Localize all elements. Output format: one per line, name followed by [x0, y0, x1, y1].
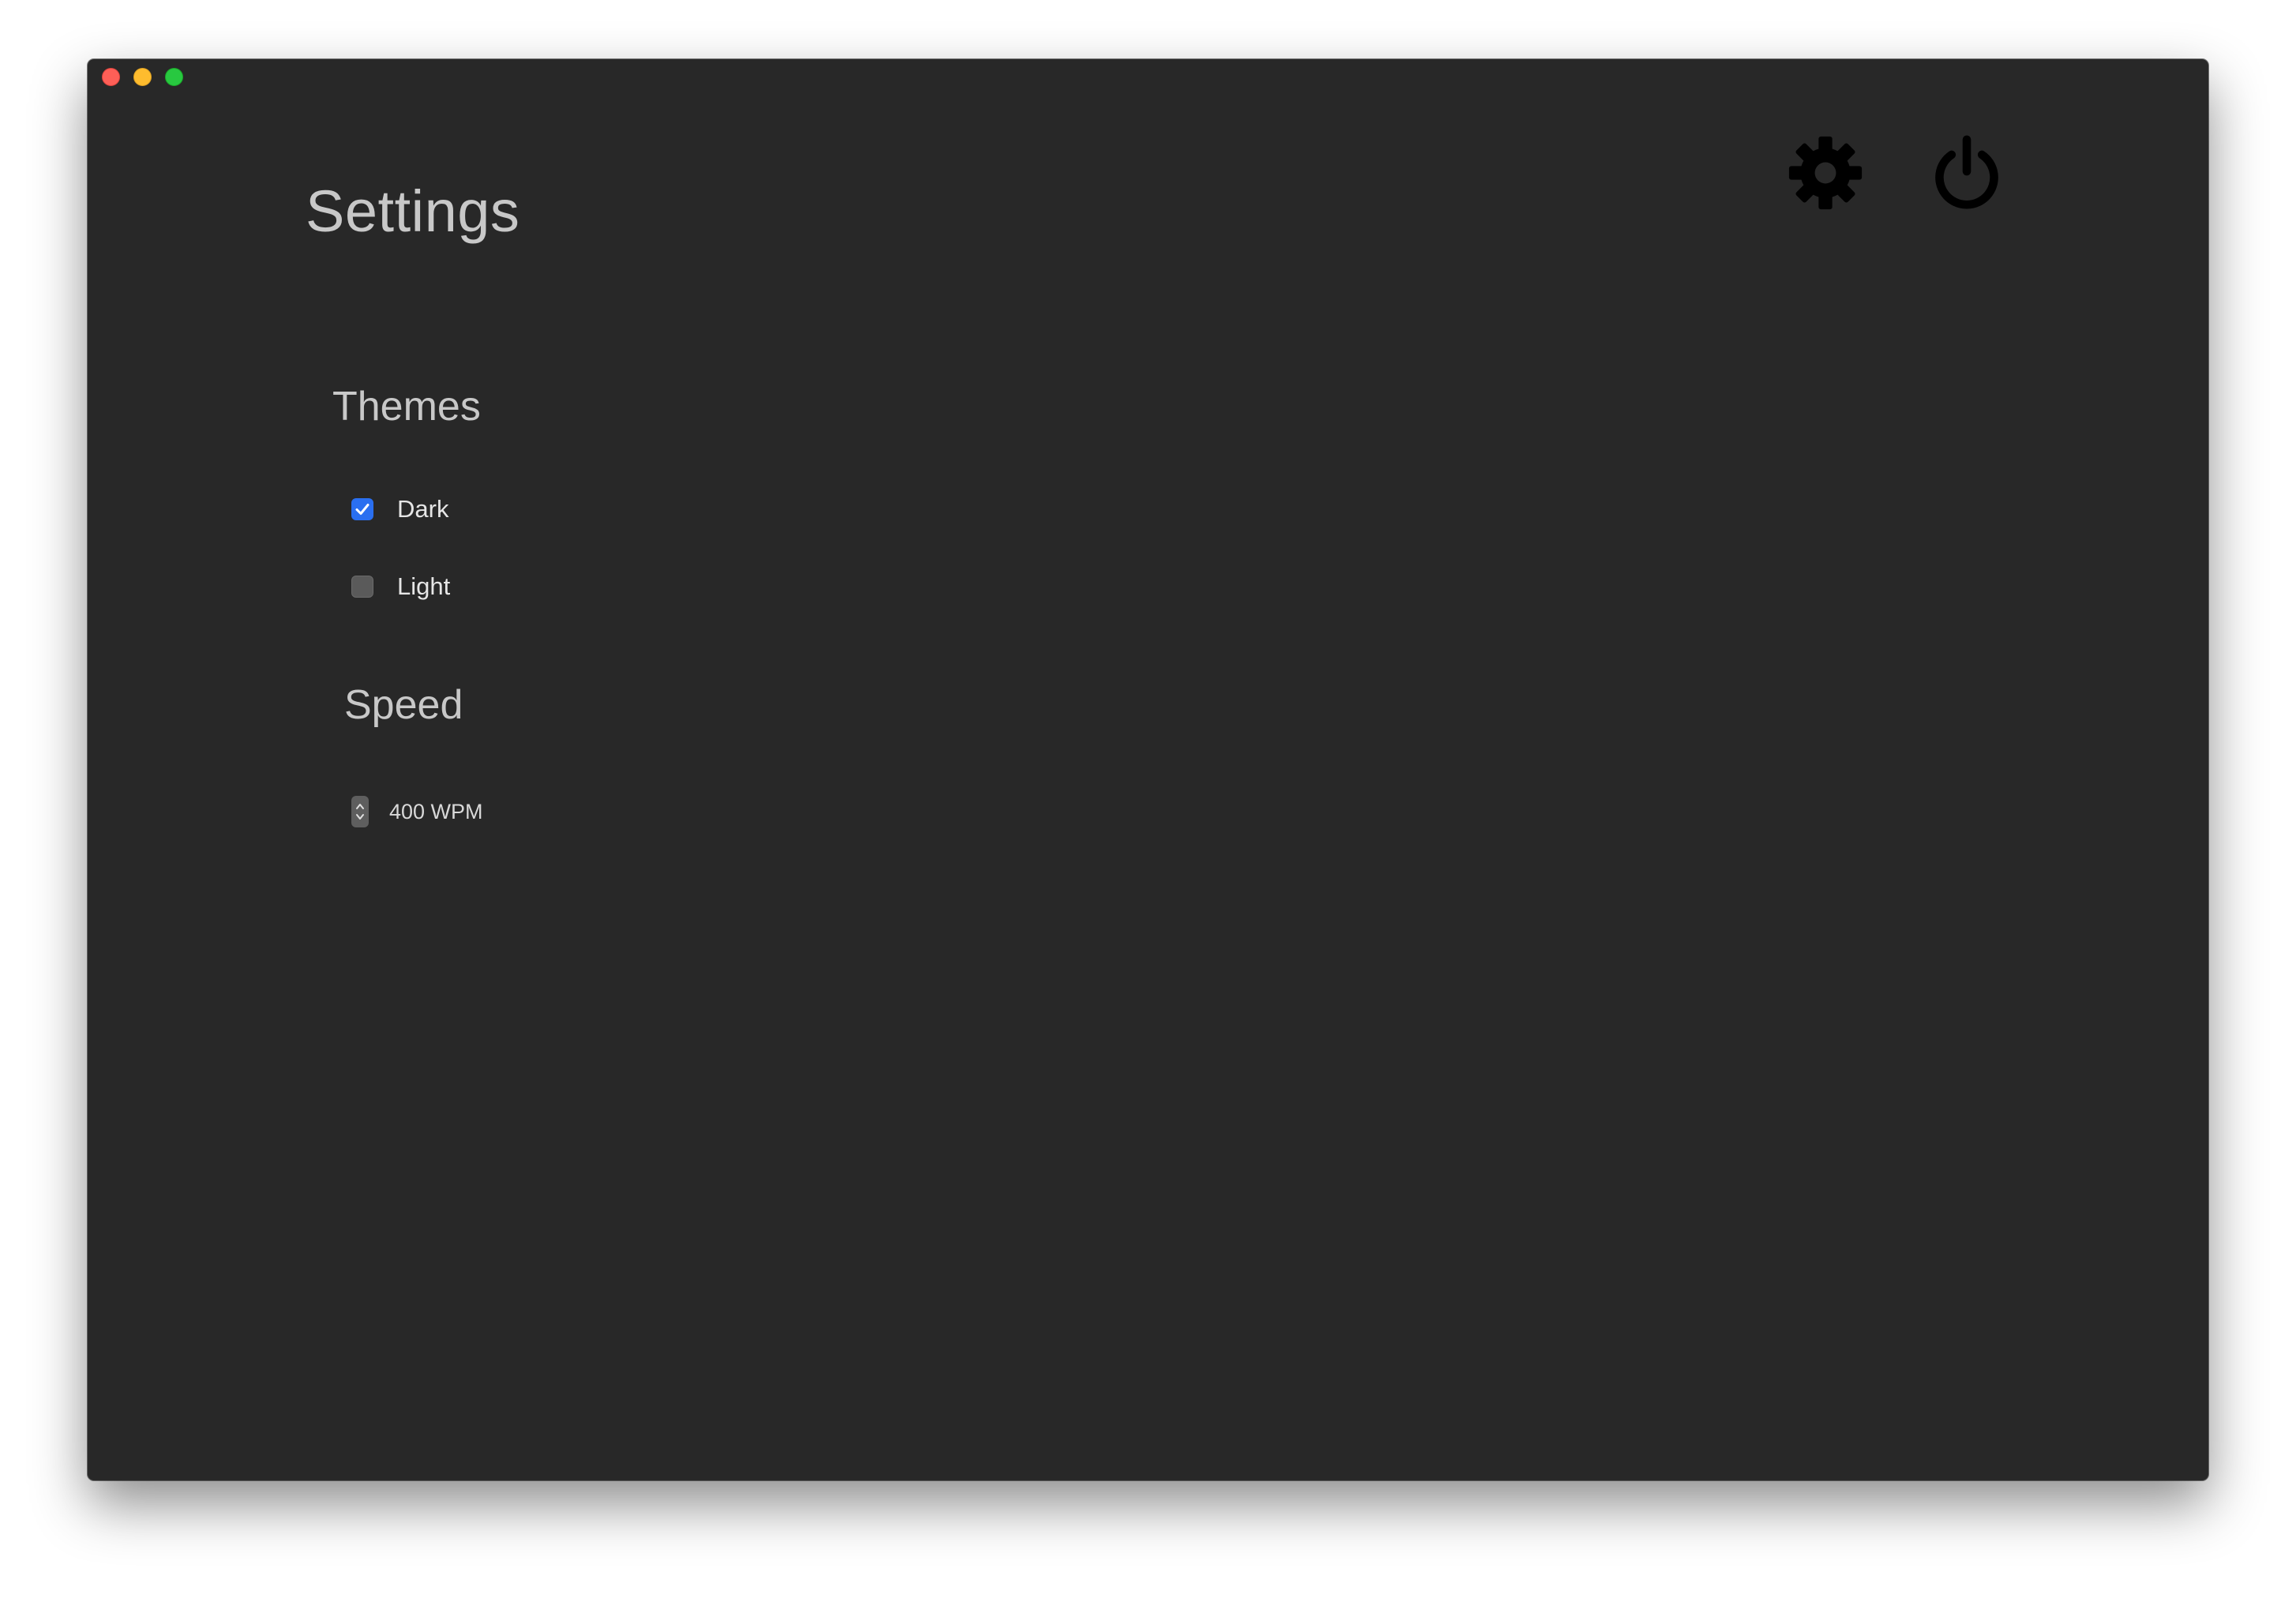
light-checkbox[interactable] — [351, 576, 373, 598]
checkmark-icon — [355, 504, 370, 515]
zoom-window-button[interactable] — [165, 68, 183, 86]
dark-checkbox[interactable] — [351, 498, 373, 520]
speed-value: 400 WPM — [389, 799, 483, 823]
page-title: Settings — [306, 178, 520, 244]
theme-option-light[interactable]: Light — [351, 572, 450, 601]
power-icon — [1935, 135, 1998, 209]
stepper-arrows-icon — [356, 804, 364, 820]
light-option-label: Light — [397, 572, 451, 600]
gear-icon — [1788, 136, 1863, 210]
speed-stepper[interactable] — [351, 796, 369, 827]
power-button[interactable] — [1925, 131, 2009, 215]
dark-option-label: Dark — [397, 495, 449, 523]
themes-section-title: Themes — [332, 384, 481, 430]
app-window: Settings Themes Dark Light Speed 400 WPM — [88, 59, 2208, 1480]
speed-section-title: Speed — [344, 682, 463, 728]
close-window-button[interactable] — [102, 68, 120, 86]
speed-control: 400 WPM — [351, 796, 483, 827]
window-controls — [102, 68, 183, 86]
minimize-window-button[interactable] — [133, 68, 152, 86]
theme-option-dark[interactable]: Dark — [351, 495, 448, 523]
settings-button[interactable] — [1784, 131, 1867, 215]
